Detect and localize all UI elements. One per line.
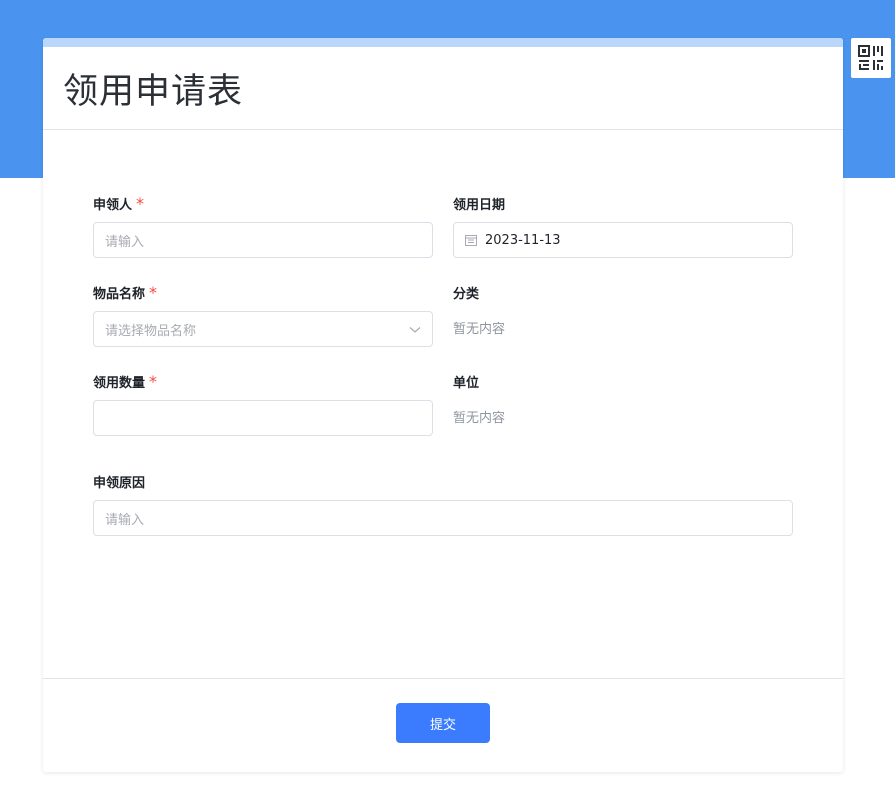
unit-value: 暂无内容 bbox=[453, 411, 506, 426]
applicant-placeholder: 请输入 bbox=[105, 234, 145, 250]
footer-divider bbox=[43, 678, 843, 679]
date-label: 领用日期 bbox=[453, 198, 506, 213]
reason-placeholder: 请输入 bbox=[105, 512, 145, 528]
unit-field-label: 单位 bbox=[453, 372, 479, 394]
form-card: 领用申请表 申领人 * 请输入 领用日期 2023-11-13 物品名称 * 请选择… bbox=[43, 38, 843, 772]
category-label: 分类 bbox=[453, 287, 480, 302]
category-field-label: 分类 bbox=[453, 283, 479, 305]
date-value: 2023-11-13 bbox=[485, 232, 561, 248]
calendar-icon bbox=[465, 235, 477, 246]
quantity-label: 领用数量 bbox=[93, 376, 146, 391]
qrcode-icon bbox=[858, 45, 883, 70]
quantity-field-label: 领用数量 * bbox=[93, 372, 157, 394]
unit-label: 单位 bbox=[453, 376, 480, 391]
page-title: 领用申请表 bbox=[63, 71, 244, 112]
item-name-placeholder: 请选择物品名称 bbox=[105, 323, 197, 339]
applicant-input[interactable]: 请输入 bbox=[93, 222, 433, 258]
date-picker[interactable]: 2023-11-13 bbox=[453, 222, 793, 258]
required-mark: * bbox=[149, 372, 158, 391]
qrcode-button[interactable] bbox=[851, 38, 891, 78]
submit-button[interactable]: 提交 bbox=[396, 703, 490, 743]
applicant-label: 申领人 bbox=[93, 198, 133, 213]
date-field-label: 领用日期 bbox=[453, 194, 505, 216]
card-header: 领用申请表 bbox=[43, 47, 843, 130]
item-name-select[interactable]: 请选择物品名称 bbox=[93, 311, 433, 347]
item-name-label: 物品名称 bbox=[93, 287, 146, 302]
card-accent-bar bbox=[43, 38, 843, 47]
item-name-field-label: 物品名称 * bbox=[93, 283, 157, 305]
reason-input[interactable]: 请输入 bbox=[93, 500, 793, 536]
reason-field-label: 申领原因 bbox=[93, 472, 145, 494]
reason-label: 申领原因 bbox=[93, 476, 146, 491]
category-value: 暂无内容 bbox=[453, 322, 506, 337]
chevron-down-icon bbox=[409, 327, 421, 333]
applicant-field-label: 申领人 * bbox=[93, 194, 144, 216]
required-mark: * bbox=[136, 194, 145, 213]
quantity-input[interactable] bbox=[93, 400, 433, 436]
required-mark: * bbox=[149, 283, 158, 302]
